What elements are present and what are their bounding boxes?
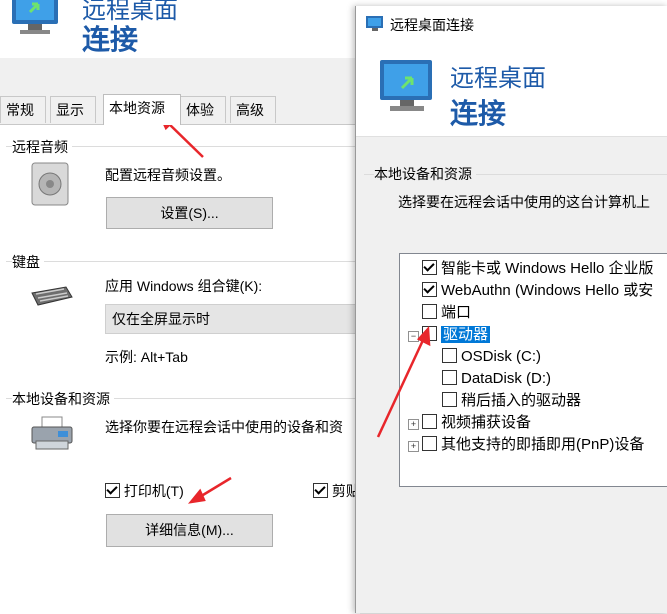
annotation-arrows — [157, 112, 431, 504]
arrow-to-local-resources-tab — [165, 120, 204, 158]
arrow-to-drives-item — [376, 337, 426, 438]
tab-local-resources[interactable]: 本地资源 — [103, 94, 181, 125]
